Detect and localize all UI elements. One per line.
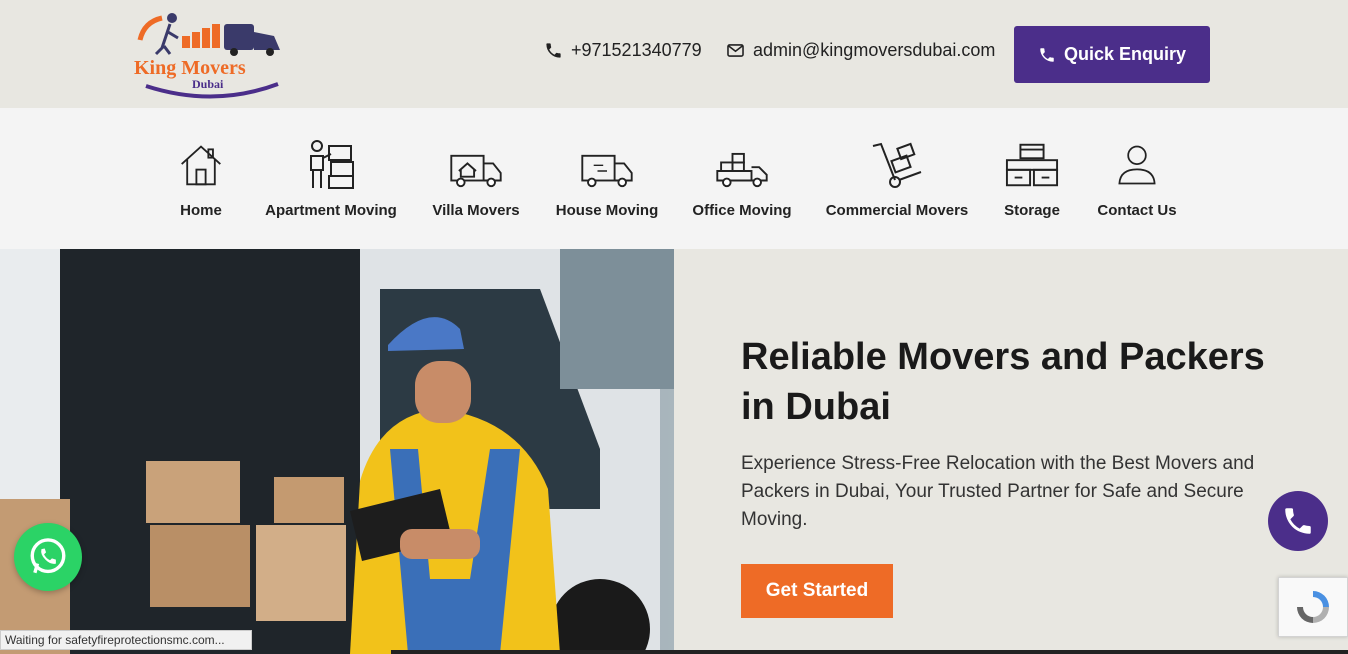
nav-label: Commercial Movers bbox=[825, 202, 969, 219]
header-email[interactable]: admin@kingmoversdubai.com bbox=[726, 40, 995, 61]
phone-icon bbox=[1285, 508, 1311, 534]
user-icon bbox=[1115, 138, 1159, 190]
nav-item-storage[interactable]: Storage bbox=[1003, 108, 1061, 249]
nav-item-apartment-moving[interactable]: Apartment Moving bbox=[265, 108, 397, 249]
nav-label: Office Moving bbox=[692, 202, 792, 219]
header-phone[interactable]: +971521340779 bbox=[544, 40, 702, 61]
whatsapp-icon bbox=[30, 538, 66, 574]
storage-boxes-icon bbox=[1005, 138, 1059, 190]
nav-item-home[interactable]: Home bbox=[170, 108, 232, 249]
svg-text:Dubai: Dubai bbox=[192, 77, 224, 91]
phone-number: +971521340779 bbox=[571, 40, 702, 60]
site-logo[interactable]: King Movers Dubai bbox=[134, 8, 296, 100]
nav-item-commercial-movers[interactable]: Commercial Movers bbox=[826, 108, 968, 249]
hero-photo-mover-with-van bbox=[0, 249, 674, 654]
loaded-truck-icon bbox=[714, 138, 770, 190]
quick-enquiry-label: Quick Enquiry bbox=[1063, 44, 1187, 64]
nav-item-villa-movers[interactable]: Villa Movers bbox=[431, 108, 521, 249]
email-address: admin@kingmoversdubai.com bbox=[753, 40, 996, 60]
quick-enquiry-button[interactable]: Quick Enquiry bbox=[1014, 26, 1210, 83]
nav-label: Contact Us bbox=[1097, 202, 1177, 219]
hero-subtitle: Experience Stress-Free Relocation with t… bbox=[741, 453, 1255, 530]
nav-item-contact-us[interactable]: Contact Us bbox=[1097, 108, 1177, 249]
envelope-icon bbox=[727, 44, 744, 57]
hero-title: Reliable Movers and Packers in Dubai bbox=[741, 336, 1265, 428]
moving-truck-icon bbox=[579, 138, 635, 190]
nav-label: Apartment Moving bbox=[265, 202, 397, 219]
bottom-divider bbox=[391, 650, 1348, 654]
browser-status-bar: Waiting for safetyfireprotectionsmc.com.… bbox=[0, 630, 252, 650]
top-bar: King Movers Dubai +971521340779 admin@ki… bbox=[0, 0, 1348, 108]
whatsapp-button[interactable] bbox=[14, 523, 82, 591]
recaptcha-badge[interactable] bbox=[1278, 577, 1348, 637]
nav-label: Storage bbox=[1004, 202, 1060, 219]
nav-item-house-moving[interactable]: House Moving bbox=[556, 108, 658, 249]
nav-label: House Moving bbox=[555, 202, 659, 219]
hand-truck-icon bbox=[869, 138, 925, 190]
house-icon bbox=[178, 138, 224, 190]
nav-label: Home bbox=[180, 202, 222, 219]
svg-text:King Movers: King Movers bbox=[134, 57, 246, 79]
recaptcha-icon bbox=[1297, 591, 1329, 623]
floating-call-button[interactable] bbox=[1268, 491, 1328, 551]
main-nav: Home Apartment Moving Villa Movers House… bbox=[0, 108, 1348, 249]
phone-icon bbox=[546, 43, 561, 58]
nav-item-office-moving[interactable]: Office Moving bbox=[692, 108, 792, 249]
villa-truck-icon bbox=[448, 138, 504, 190]
mover-boxes-icon bbox=[303, 138, 359, 190]
get-started-button[interactable]: Get Started bbox=[741, 564, 893, 618]
nav-label: Villa Movers bbox=[432, 202, 520, 219]
phone-icon bbox=[1040, 47, 1054, 62]
